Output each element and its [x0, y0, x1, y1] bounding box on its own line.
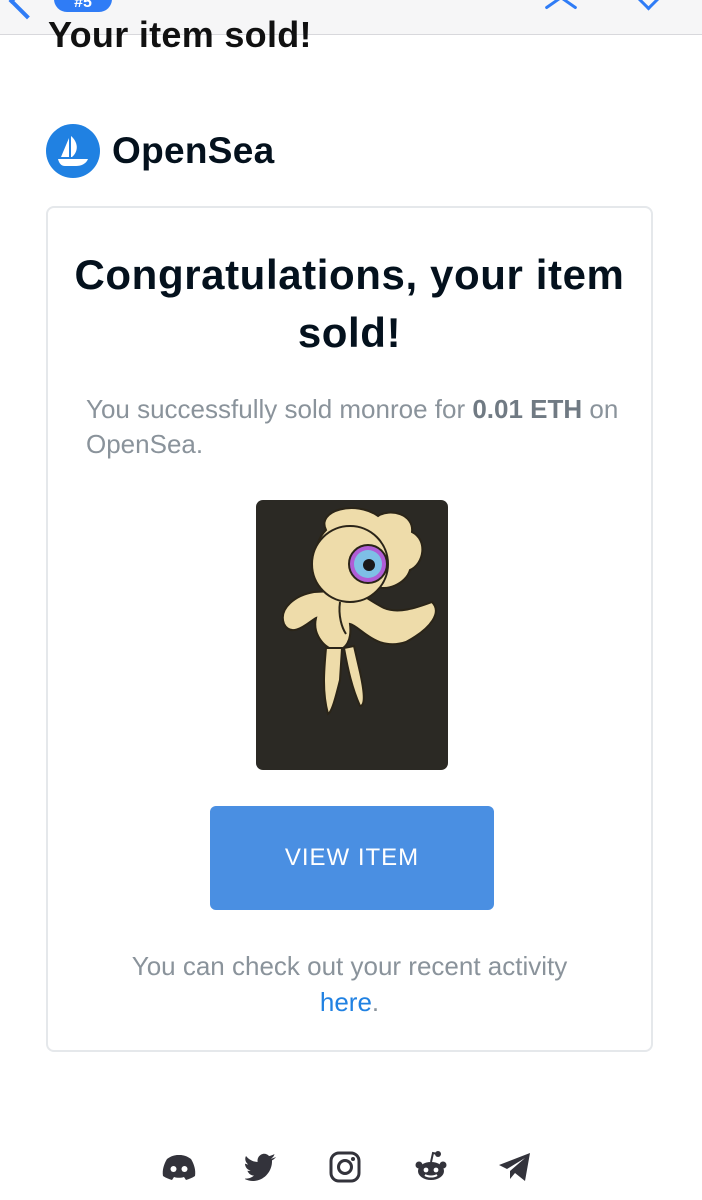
brand-name: OpenSea	[112, 130, 275, 171]
social-links	[160, 1148, 540, 1188]
back-chevron-icon[interactable]	[8, 0, 46, 20]
sale-card: Congratulations, your item sold! You suc…	[46, 206, 653, 1052]
email-subject: Your item sold!	[48, 14, 312, 55]
reddit-icon[interactable]	[412, 1148, 450, 1186]
opensea-logo-icon	[46, 124, 100, 178]
unread-count-badge[interactable]: #5	[54, 0, 112, 12]
view-item-button[interactable]: VIEW ITEM	[210, 806, 494, 910]
sale-price: 0.01 ETH	[472, 394, 583, 424]
sale-message: You successfully sold monroe for 0.01 ET…	[86, 392, 626, 462]
activity-note-prefix: You can check out your recent activity	[131, 951, 568, 981]
chevron-down-icon[interactable]	[636, 0, 661, 11]
telegram-icon[interactable]	[496, 1148, 534, 1186]
activity-note: You can check out your recent activity he…	[48, 948, 651, 1020]
activity-note-suffix: .	[371, 987, 380, 1017]
discord-icon[interactable]	[160, 1148, 198, 1186]
opensea-brand[interactable]: OpenSea	[46, 124, 275, 178]
close-icon[interactable]	[540, 0, 582, 10]
instagram-icon[interactable]	[326, 1148, 364, 1186]
twitter-icon[interactable]	[242, 1148, 280, 1186]
nft-image[interactable]	[256, 500, 448, 770]
activity-here-link[interactable]: here	[320, 987, 372, 1017]
congrats-title: Congratulations, your item sold!	[74, 251, 625, 356]
sale-message-prefix: You successfully sold monroe for	[86, 394, 473, 424]
